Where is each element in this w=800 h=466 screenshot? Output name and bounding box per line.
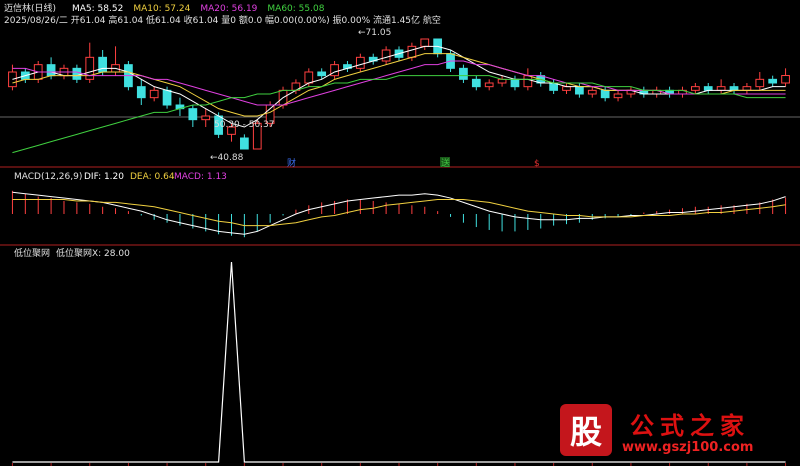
candle-body	[201, 115, 211, 121]
event-marker-finance[interactable]: 财	[287, 157, 296, 169]
macd-dif-value: DIF: 1.20	[84, 172, 124, 182]
macd-dea-value: DEA: 0.64	[130, 172, 175, 182]
watermark-url: www.gszj100.com	[622, 440, 754, 455]
ma-legend-item: MA20: 56.19	[200, 4, 257, 14]
candle-body	[781, 75, 790, 84]
candle-body	[317, 71, 327, 77]
chart-canvas[interactable]: 迈信林(日线) MA5: 58.52 MA10: 57.24 MA20: 56.19…	[0, 0, 800, 466]
event-marker-dividend[interactable]: 送	[441, 157, 450, 169]
candle-body	[420, 38, 430, 47]
candle-body	[46, 64, 56, 77]
candle-body	[755, 78, 765, 88]
candle-body	[240, 137, 249, 150]
candle-body	[523, 75, 533, 88]
candle-body	[459, 67, 468, 80]
macd-macd-value: MACD: 1.13	[174, 172, 227, 182]
indicator-header: 低位聚网 低位聚网X: 28.00	[14, 247, 130, 259]
candle-body	[72, 67, 82, 80]
macd-pane	[11, 190, 787, 238]
price-pane	[8, 38, 790, 154]
candle-body	[98, 56, 108, 73]
candle-body	[690, 86, 700, 91]
stock-name: 迈信林(日线)	[4, 2, 56, 14]
candle-body	[162, 89, 172, 106]
candle-body	[729, 86, 739, 91]
watermark-logo-icon: 股	[560, 404, 612, 456]
macd-header: MACD(12,26,9) DIF: 1.20 DEA: 0.64 MACD: …	[14, 172, 227, 182]
ma-legend-item: MA5: 58.52	[72, 4, 123, 14]
candle-body	[484, 82, 494, 88]
candle-body	[587, 89, 597, 95]
candle-body	[703, 86, 713, 91]
event-marker-cash[interactable]: $	[534, 159, 540, 169]
candle-body	[497, 78, 507, 84]
candle-body	[575, 86, 584, 95]
indicator-value: 低位聚网X: 28.00	[56, 247, 130, 259]
ma-legend: MA5: 58.52 MA10: 57.24 MA20: 56.19 MA60: 55…	[72, 4, 325, 14]
candle-body	[355, 56, 365, 69]
candle-body	[188, 108, 198, 121]
macd-title: MACD(12,26,9)	[14, 172, 82, 182]
candle-body	[471, 78, 481, 88]
high-price-label: ←71.05	[358, 28, 391, 38]
candle-body	[149, 89, 159, 99]
candle-body	[136, 86, 146, 99]
cursor-price-label: 50.30 - 50.37	[214, 120, 275, 130]
candle-body	[304, 71, 314, 84]
candle-body	[600, 89, 610, 99]
candle-body	[742, 86, 752, 91]
ohlc-readout: 2025/08/26/二 开61.04 高61.04 低61.04 收61.04…	[4, 14, 441, 26]
candle-body	[510, 78, 520, 88]
candle-body	[613, 93, 623, 99]
watermark-title: 公式之家	[630, 412, 750, 440]
indicator-title: 低位聚网	[14, 247, 50, 259]
low-price-label: ←40.88	[210, 153, 244, 163]
watermark: 股 公式之家 www.gszj100.com	[560, 404, 792, 462]
candle-body	[768, 78, 778, 84]
ma-legend-item: MA60: 55.08	[267, 4, 324, 14]
candle-body	[407, 45, 417, 58]
ma-legend-item: MA10: 57.24	[133, 4, 190, 14]
candle-body	[716, 86, 726, 91]
candle-body	[562, 86, 571, 91]
candle-body	[381, 49, 391, 62]
